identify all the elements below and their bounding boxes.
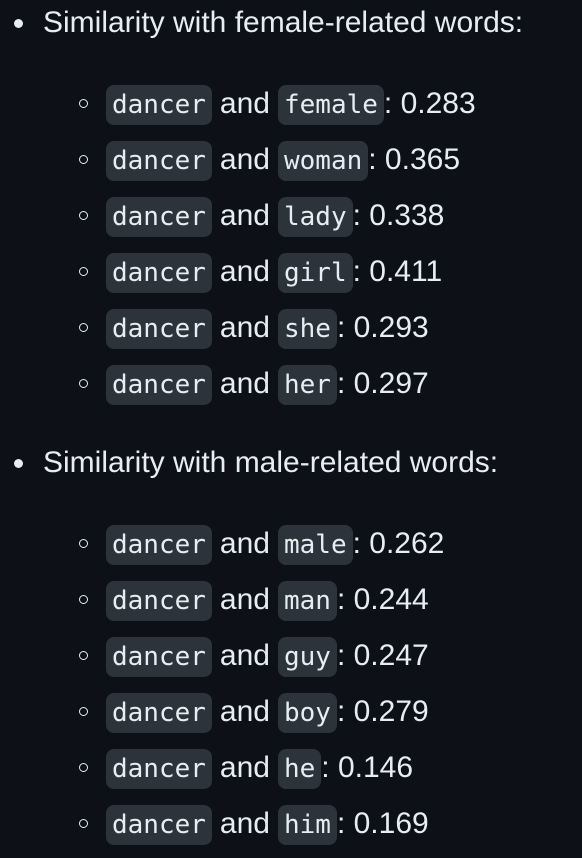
code-other-word: female (277, 85, 384, 125)
connector-text: and (219, 87, 270, 120)
code-other-word: man (277, 581, 337, 621)
circle-bullet-icon (79, 211, 88, 220)
code-word: dancer (106, 197, 212, 237)
circle-bullet-icon (79, 99, 88, 108)
section-heading-text: Similarity with female-related words: (43, 6, 524, 39)
connector-text: and (219, 695, 270, 728)
code-other-word: woman (277, 141, 369, 181)
similarity-score: : 0.365 (368, 143, 461, 176)
list-item: dancer and her: 0.297 (0, 360, 582, 408)
list-item: dancer and lady: 0.338 (0, 192, 582, 240)
male-similarity-section: Similarity with male-related words: danc… (0, 440, 582, 845)
code-other-word: he (277, 749, 322, 789)
similarity-score: : 0.411 (352, 255, 443, 288)
connector-text: and (219, 751, 270, 784)
code-word: dancer (106, 309, 212, 349)
connector-text: and (219, 143, 270, 176)
connector-text: and (219, 367, 270, 400)
code-other-word: guy (277, 637, 337, 677)
similarity-score: : 0.279 (336, 695, 429, 728)
circle-bullet-icon (79, 707, 88, 716)
bullet-icon (14, 459, 23, 468)
similarity-score: : 0.293 (336, 311, 429, 344)
code-word: dancer (106, 85, 212, 125)
list-item: dancer and she: 0.293 (0, 304, 582, 352)
connector-text: and (219, 199, 270, 232)
list-item: dancer and him: 0.169 (0, 800, 582, 848)
code-word: dancer (106, 365, 212, 405)
list-item: dancer and woman: 0.365 (0, 136, 582, 184)
list-item: dancer and man: 0.244 (0, 576, 582, 624)
circle-bullet-icon (79, 155, 88, 164)
similarity-score: : 0.297 (336, 367, 429, 400)
list-item: dancer and girl: 0.411 (0, 248, 582, 296)
circle-bullet-icon (79, 539, 88, 548)
section-heading-text: Similarity with male-related words: (43, 446, 499, 479)
connector-text: and (219, 255, 270, 288)
code-word: dancer (106, 749, 212, 789)
section-heading: Similarity with female-related words: (0, 0, 582, 46)
circle-bullet-icon (79, 379, 88, 388)
circle-bullet-icon (79, 595, 88, 604)
list-item: dancer and male: 0.262 (0, 520, 582, 568)
code-word: dancer (106, 805, 212, 845)
connector-text: and (219, 527, 270, 560)
code-word: dancer (106, 141, 212, 181)
code-word: dancer (106, 253, 212, 293)
list-item: dancer and guy: 0.247 (0, 632, 582, 680)
code-word: dancer (106, 637, 212, 677)
similarity-score: : 0.283 (383, 87, 476, 120)
circle-bullet-icon (79, 763, 88, 772)
bullet-icon (14, 19, 23, 28)
code-word: dancer (106, 581, 212, 621)
connector-text: and (219, 311, 270, 344)
code-other-word: she (277, 309, 337, 349)
similarity-score: : 0.169 (336, 807, 429, 840)
similarity-score: : 0.262 (352, 527, 445, 560)
code-other-word: him (277, 805, 337, 845)
code-other-word: lady (277, 197, 353, 237)
connector-text: and (219, 639, 270, 672)
connector-text: and (219, 807, 270, 840)
code-other-word: boy (277, 693, 337, 733)
circle-bullet-icon (79, 267, 88, 276)
code-word: dancer (106, 693, 212, 733)
code-other-word: girl (277, 253, 353, 293)
similarity-score: : 0.146 (321, 751, 414, 784)
circle-bullet-icon (79, 819, 88, 828)
code-word: dancer (106, 525, 212, 565)
circle-bullet-icon (79, 323, 88, 332)
similarity-score: : 0.244 (336, 583, 429, 616)
circle-bullet-icon (79, 651, 88, 660)
similarity-score: : 0.338 (352, 199, 445, 232)
section-heading: Similarity with male-related words: (0, 440, 582, 486)
code-other-word: male (277, 525, 353, 565)
connector-text: and (219, 583, 270, 616)
code-other-word: her (277, 365, 337, 405)
list-item: dancer and female: 0.283 (0, 80, 582, 128)
similarity-score: : 0.247 (336, 639, 429, 672)
list-item: dancer and boy: 0.279 (0, 688, 582, 736)
female-similarity-section: Similarity with female-related words: da… (0, 0, 582, 405)
list-item: dancer and he: 0.146 (0, 744, 582, 792)
